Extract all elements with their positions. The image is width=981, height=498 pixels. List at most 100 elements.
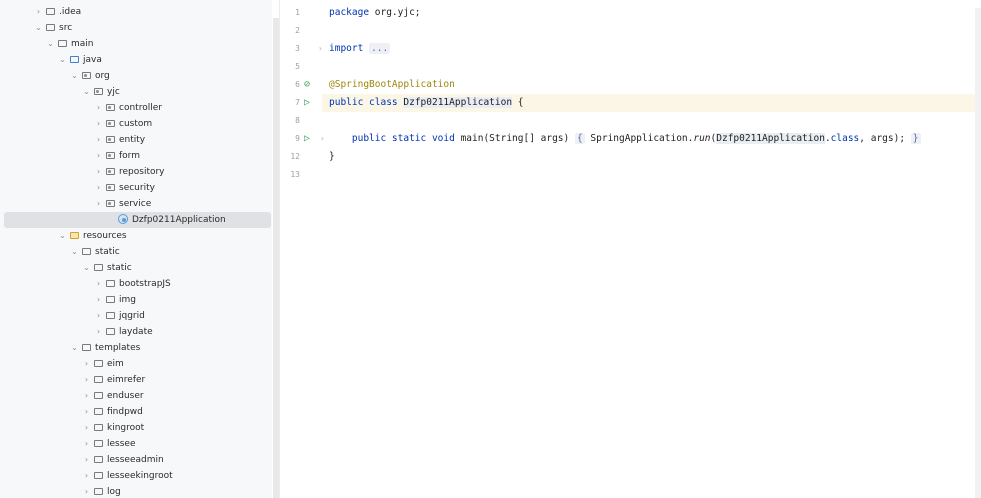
tree-item[interactable]: › service <box>0 196 272 212</box>
tree-item[interactable]: › findpwd <box>0 404 272 420</box>
chevron-right-icon[interactable]: › <box>82 468 91 484</box>
folded-brace[interactable]: { <box>574 133 585 144</box>
tree-item-label: resources <box>83 231 127 241</box>
code-line[interactable]: @SpringBootApplication <box>329 76 455 94</box>
code-line[interactable]: package org.yjc; <box>329 4 421 22</box>
line-number: 9 <box>295 134 300 143</box>
chevron-down-icon[interactable]: ⌄ <box>46 36 55 52</box>
folder-icon <box>94 408 103 415</box>
chevron-down-icon[interactable]: ⌄ <box>82 84 91 100</box>
folder-icon <box>46 8 55 15</box>
chevron-right-icon[interactable]: › <box>94 180 103 196</box>
tree-item[interactable]: ⌄ org <box>0 68 272 84</box>
tree-item[interactable]: › img <box>0 292 272 308</box>
chevron-right-icon[interactable]: › <box>94 308 103 324</box>
tree-item-label: lesseekingroot <box>107 471 173 481</box>
annotation: @SpringBootApplication <box>329 79 455 90</box>
line-number: 2 <box>295 26 300 35</box>
chevron-down-icon[interactable]: ⌄ <box>70 68 79 84</box>
tree-item[interactable]: ⌄ java <box>0 52 272 68</box>
run-icon[interactable]: ▷ <box>304 94 310 112</box>
chevron-right-icon[interactable]: › <box>82 356 91 372</box>
chevron-right-icon[interactable]: › <box>94 276 103 292</box>
chevron-right-icon[interactable]: › <box>82 436 91 452</box>
chevron-down-icon[interactable]: ⌄ <box>82 260 91 276</box>
folded-imports[interactable]: ... <box>369 43 391 54</box>
tree-item[interactable]: › security <box>0 180 272 196</box>
chevron-right-icon[interactable]: › <box>82 484 91 498</box>
chevron-down-icon[interactable]: ⌄ <box>34 20 43 36</box>
chevron-right-icon[interactable]: › <box>94 164 103 180</box>
tree-item[interactable]: › lesseekingroot <box>0 468 272 484</box>
folder-icon <box>94 392 103 399</box>
package-icon <box>82 72 91 79</box>
tree-item[interactable]: › laydate <box>0 324 272 340</box>
tree-item[interactable]: › log <box>0 484 272 498</box>
code-line[interactable]: import ... <box>329 40 391 58</box>
code-line[interactable]: } <box>329 148 335 166</box>
tree-item[interactable]: ⌄ templates <box>0 340 272 356</box>
tree-item[interactable]: ⌄ static <box>0 260 272 276</box>
tree-item[interactable]: › custom <box>0 116 272 132</box>
tree-item-label: findpwd <box>107 407 143 417</box>
ide-window: › .idea ⌄ src ⌄ main ⌄ java ⌄ org ⌄ yjc › controller ›… <box>0 0 981 498</box>
tree-item[interactable]: ⌄ src <box>0 20 272 36</box>
folder-icon <box>94 360 103 367</box>
chevron-right-icon[interactable]: › <box>94 292 103 308</box>
tree-item[interactable]: › .idea <box>0 4 272 20</box>
code-editor[interactable] <box>280 0 981 498</box>
tree-item[interactable]: › enduser <box>0 388 272 404</box>
chevron-right-icon[interactable]: › <box>94 324 103 340</box>
line-number: 1 <box>295 8 300 17</box>
editor-scrollbar[interactable] <box>975 8 981 498</box>
tree-item[interactable]: › lessee <box>0 436 272 452</box>
tree-item[interactable]: › eim <box>0 356 272 372</box>
chevron-right-icon[interactable]: › <box>94 196 103 212</box>
chevron-right-icon[interactable]: › <box>82 388 91 404</box>
chevron-right-icon[interactable]: › <box>94 148 103 164</box>
chevron-right-icon[interactable]: › <box>94 100 103 116</box>
method-signature: main(String[] args) <box>454 133 575 144</box>
chevron-down-icon[interactable]: ⌄ <box>58 52 67 68</box>
spring-bean-gutter-icon[interactable]: ⊘ <box>304 76 310 94</box>
tree-item[interactable]: › repository <box>0 164 272 180</box>
chevron-down-icon[interactable]: ⌄ <box>70 340 79 356</box>
chevron-right-icon[interactable]: › <box>82 404 91 420</box>
chevron-right-icon[interactable]: › <box>82 372 91 388</box>
gutter-line: 1 <box>280 4 318 22</box>
line-number: 5 <box>295 62 300 71</box>
fold-chevron-icon[interactable]: › <box>320 130 325 148</box>
chevron-right-icon[interactable]: › <box>34 4 43 20</box>
tree-item[interactable]: › entity <box>0 132 272 148</box>
chevron-right-icon[interactable]: › <box>82 420 91 436</box>
chevron-down-icon[interactable]: ⌄ <box>58 228 67 244</box>
tree-item[interactable]: Dzfp0211Application <box>4 212 271 228</box>
tree-item-label: controller <box>119 103 162 113</box>
tree-item[interactable]: › kingroot <box>0 420 272 436</box>
tree-item-label: templates <box>95 343 141 353</box>
code-line[interactable]: public class Dzfp0211Application { <box>329 94 524 112</box>
chevron-right-icon[interactable]: › <box>94 116 103 132</box>
chevron-right-icon[interactable]: › <box>82 452 91 468</box>
tree-item[interactable]: › bootstrapJS <box>0 276 272 292</box>
fold-chevron-icon[interactable]: › <box>318 40 323 58</box>
tree-item[interactable]: › controller <box>0 100 272 116</box>
keyword: public class <box>329 97 398 108</box>
tree-item[interactable]: ⌄ static <box>0 244 272 260</box>
code-line[interactable]: public static void main(String[] args) {… <box>329 130 921 148</box>
chevron-right-icon[interactable]: › <box>94 132 103 148</box>
tree-item[interactable]: › form <box>0 148 272 164</box>
tree-item[interactable]: ⌄ resources <box>0 228 272 244</box>
run-icon[interactable]: ▷ <box>304 130 310 148</box>
tree-item[interactable]: ⌄ yjc <box>0 84 272 100</box>
tree-item[interactable]: › jqgrid <box>0 308 272 324</box>
tree-item[interactable]: ⌄ main <box>0 36 272 52</box>
tree-item[interactable]: › lesseeadmin <box>0 452 272 468</box>
brace: { <box>512 97 524 108</box>
tree-item[interactable]: › eimrefer <box>0 372 272 388</box>
folder-icon <box>106 280 115 287</box>
tree-item-label: entity <box>119 135 146 145</box>
folded-brace[interactable]: } <box>910 133 921 144</box>
package-name: org.yjc; <box>369 7 421 18</box>
chevron-down-icon[interactable]: ⌄ <box>70 244 79 260</box>
